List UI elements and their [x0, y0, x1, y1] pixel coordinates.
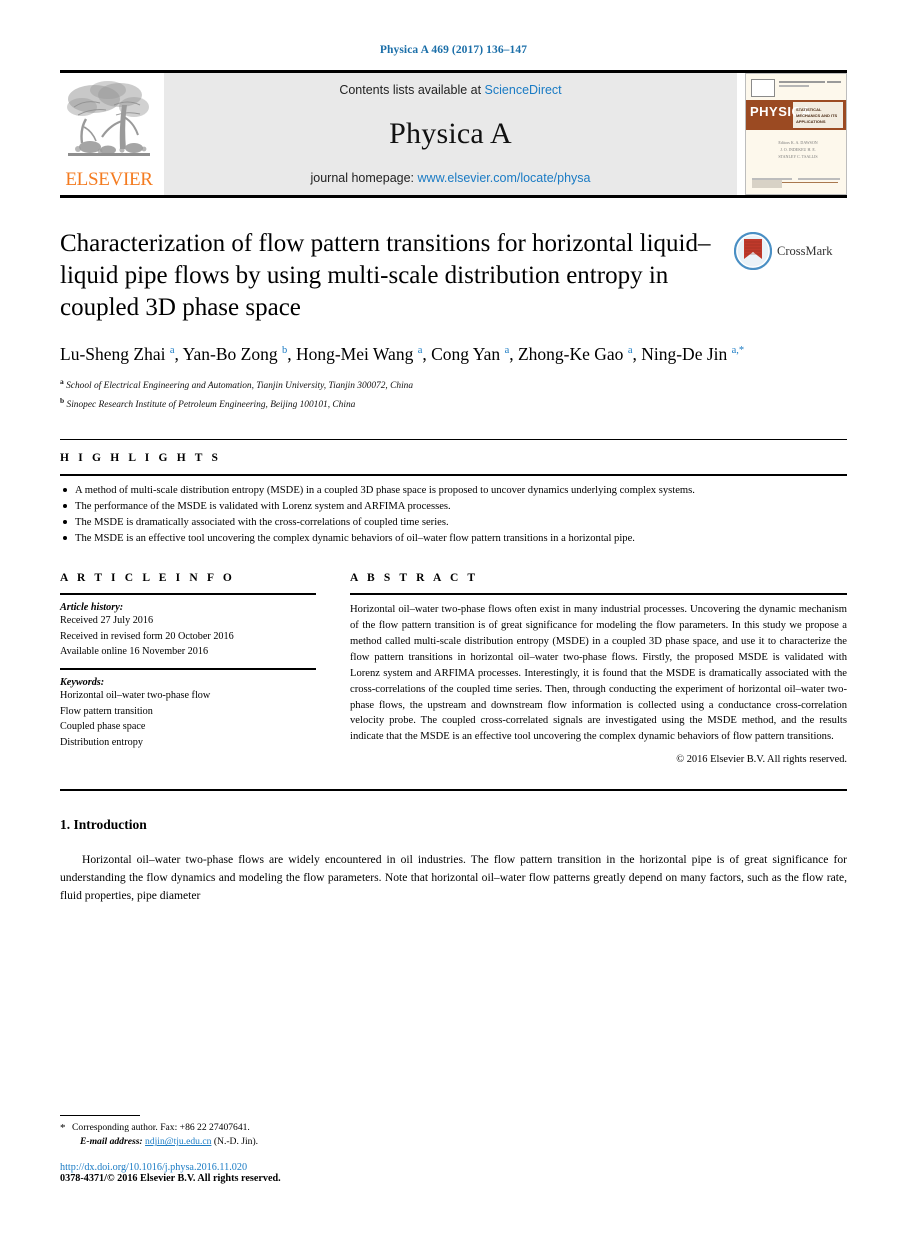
article-history-label: Article history: [60, 602, 124, 614]
affiliation-item: b Sinopec Research Institute of Petroleu… [60, 395, 847, 413]
homepage-prefix-text: journal homepage: [310, 171, 418, 185]
footnote-asterisk-icon: * [60, 1121, 66, 1134]
abstract-rule [350, 593, 847, 596]
introduction-heading: 1. Introduction [60, 817, 147, 833]
corresponding-author-line: * Corresponding author. Fax: +86 22 2740… [60, 1121, 620, 1136]
keyword-item: Distribution entropy [60, 736, 143, 748]
article-info-column: A R T I C L E I N F O Article history: R… [60, 572, 316, 765]
crossmark-badge[interactable]: CrossMark [734, 228, 833, 270]
doi-line[interactable]: http://dx.doi.org/10.1016/j.physa.2016.1… [60, 1162, 620, 1173]
corresponding-author-text: Corresponding author. Fax: +86 22 274076… [72, 1121, 250, 1133]
crossmark-label: CrossMark [777, 243, 833, 258]
body-section-divider [60, 789, 847, 792]
journal-homepage-link[interactable]: www.elsevier.com/locate/physa [418, 171, 591, 185]
introduction-section: 1. Introduction Horizontal oil–water two… [60, 817, 847, 905]
highlights-top-rule [60, 439, 847, 441]
keyword-item: Horizontal oil–water two-phase flow [60, 690, 211, 702]
cover-top-rule-2 [779, 85, 809, 87]
abstract-copyright: © 2016 Elsevier B.V. All rights reserved… [676, 754, 847, 766]
keywords-rule [60, 668, 316, 671]
title-column: Characterization of flow pattern transit… [60, 228, 720, 324]
journal-masthead: ELSEVIER Contents lists available at Sci… [60, 70, 847, 195]
journal-cover-thumbnail: PHYSICA STATISTICAL MECHANICS AND ITS AP… [745, 73, 847, 195]
sciencedirect-link[interactable]: ScienceDirect [485, 83, 562, 97]
keywords-label: Keywords: [60, 677, 105, 689]
cover-footer-rule-left [752, 178, 792, 180]
author-list: Lu-Sheng Zhai a, Yan-Bo Zong b, Hong-Mei… [60, 344, 745, 364]
cover-top-rule-3 [827, 81, 841, 83]
highlights-list: A method of multi-scale distribution ent… [60, 483, 847, 546]
article-history-item: Available online 16 November 2016 [60, 645, 209, 657]
keyword-item: Flow pattern transition [60, 705, 153, 717]
page-title: Characterization of flow pattern transit… [60, 230, 711, 321]
journal-homepage-line: journal homepage: www.elsevier.com/locat… [310, 171, 590, 185]
article-info-heading: A R T I C L E I N F O [60, 572, 235, 585]
cover-rule-1 [774, 182, 838, 183]
masthead-bottom-rule [60, 195, 847, 198]
email-label: E-mail address: [80, 1136, 143, 1148]
contents-available-line: Contents lists available at ScienceDirec… [339, 83, 561, 97]
title-block: Characterization of flow pattern transit… [60, 228, 847, 324]
elsevier-logo: ELSEVIER [60, 73, 158, 195]
affiliation-list: a School of Electrical Engineering and A… [60, 376, 847, 413]
footnote-rule [60, 1114, 140, 1116]
page-footnote: * Corresponding author. Fax: +86 22 2740… [60, 1114, 620, 1184]
affiliation-marker: b [60, 395, 65, 405]
article-first-page: Physica A 469 (2017) 136–147 ELSEVIER Co… [0, 0, 907, 1238]
crossmark-icon [734, 232, 772, 270]
cover-publisher-mark [751, 79, 775, 97]
highlights-heading: H I G H L I G H T S [60, 452, 222, 465]
email-line: E-mail address: ndjin@tju.edu.cn (N.-D. … [60, 1135, 620, 1150]
info-abstract-row: A R T I C L E I N F O Article history: R… [60, 572, 847, 765]
email-link[interactable]: ndjin@tju.edu.cn [145, 1136, 211, 1147]
list-item: The performance of the MSDE is validated… [60, 499, 847, 514]
list-item: The MSDE is an effective tool uncovering… [60, 531, 847, 546]
affiliation-item: a School of Electrical Engineering and A… [60, 376, 847, 394]
highlights-mid-rule [60, 474, 847, 477]
elsevier-wordmark: ELSEVIER [65, 169, 153, 190]
article-info-rule [60, 593, 316, 596]
list-item: The MSDE is dramatically associated with… [60, 515, 847, 530]
cover-subtitle-text: STATISTICAL MECHANICS AND ITS APPLICATIO… [796, 107, 838, 124]
abstract-text: Horizontal oil–water two-phase flows oft… [350, 604, 847, 743]
cover-editors-text: Editors K. A. DAWSON J. O. INDEKEU H. E.… [778, 140, 818, 159]
running-head: Physica A 469 (2017) 136–147 [379, 44, 528, 56]
affiliation-text: School of Electrical Engineering and Aut… [66, 381, 414, 392]
list-item: A method of multi-scale distribution ent… [60, 483, 847, 498]
journal-title: Physica A [389, 117, 512, 150]
issn-copyright-line: 0378-4371/© 2016 Elsevier B.V. All right… [60, 1173, 281, 1184]
doi-link[interactable]: http://dx.doi.org/10.1016/j.physa.2016.1… [60, 1162, 247, 1173]
affiliation-marker: a [60, 377, 64, 387]
highlights-section: H I G H L I G H T S A method of multi-sc… [60, 439, 847, 546]
elsevier-tree-icon [67, 81, 150, 156]
article-history-item: Received 27 July 2016 [60, 615, 154, 627]
keyword-item: Coupled phase space [60, 721, 146, 733]
affiliation-text: Sinopec Research Institute of Petroleum … [66, 399, 356, 410]
introduction-paragraph: Horizontal oil–water two-phase flows are… [60, 853, 847, 903]
cover-footer-rule-right [798, 178, 840, 180]
journal-band: Contents lists available at ScienceDirec… [164, 73, 737, 195]
abstract-column: A B S T R A C T Horizontal oil–water two… [350, 572, 847, 765]
abstract-heading: A B S T R A C T [350, 572, 479, 585]
article-history-item: Received in revised form 20 October 2016 [60, 630, 234, 642]
email-suffix: (N.-D. Jin). [213, 1136, 259, 1148]
cover-footer-block [752, 179, 782, 188]
contents-prefix-text: Contents lists available at [339, 83, 485, 97]
cover-top-rule-1 [779, 81, 825, 83]
